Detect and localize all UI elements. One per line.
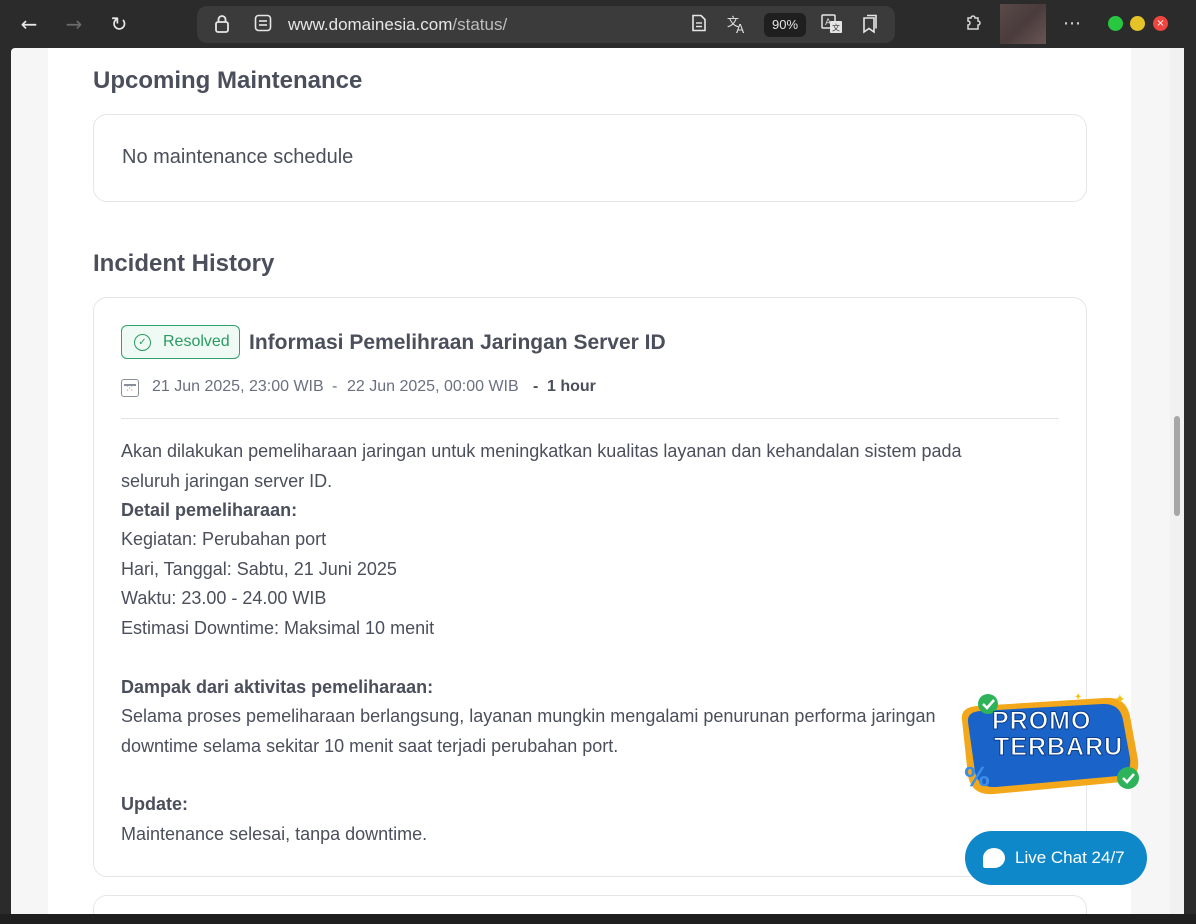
forward-icon[interactable]: → [60,10,88,38]
incident-history-heading: Incident History [93,250,275,277]
upcoming-maintenance-heading: Upcoming Maintenance [93,67,363,94]
incident-duration: 1 hour [547,378,596,395]
body-line: Selama proses pemeliharaan berlangsung, … [121,706,936,726]
incident-card: ✓ Resolved Informasi Pemelihraan Jaringa… [93,297,1087,877]
scrollbar-thumb[interactable] [1174,416,1180,516]
favorites-icon[interactable] [859,14,881,36]
immersive-translate-icon[interactable]: A文 [821,14,843,36]
body-line: Estimasi Downtime: Maksimal 10 menit [121,618,435,638]
duration-separator: - [533,378,539,395]
page-scrollbar[interactable] [1170,48,1184,914]
profile-avatar[interactable] [1000,4,1046,44]
body-line: downtime selama sekitar 10 menit saat te… [121,736,619,756]
url-path: /status/ [452,15,508,34]
card-divider [121,418,1059,419]
reader-view-icon[interactable] [688,14,710,36]
address-bar[interactable]: www.domainesia.com/status/ 文A 90% A文 [197,6,895,43]
date-separator: - [332,378,338,395]
more-menu-icon[interactable]: ⋯ [1060,12,1084,36]
extensions-icon[interactable] [962,12,986,36]
maximize-button[interactable] [1130,16,1145,31]
chat-bubble-icon [983,848,1005,868]
body-line: Hari, Tanggal: Sabtu, 21 Juni 2025 [121,559,397,579]
status-badge: ✓ Resolved [121,325,240,359]
reload-icon[interactable]: ↻ [105,10,133,38]
minimize-button[interactable] [1108,16,1123,31]
live-chat-button[interactable]: Live Chat 24/7 [965,831,1147,885]
svg-text:%: % [964,763,990,793]
live-chat-label: Live Chat 24/7 [1015,848,1125,867]
promo-line2: TERBARU [993,733,1124,762]
body-line: Waktu: 23.00 - 24.00 WIB [121,588,327,608]
translate-icon[interactable]: 文A [726,14,748,36]
back-icon[interactable]: ← [15,10,43,38]
check-circle-icon: ✓ [134,334,151,351]
detail-heading: Detail pemeliharaan: [121,500,298,520]
promo-line1: PROMO [991,707,1092,736]
window-bottom-edge [0,914,1196,924]
lock-icon[interactable] [211,14,233,36]
url-text[interactable]: www.domainesia.com/status/ [288,15,507,35]
browser-toolbar: ← → ↻ www.domainesia.com/status/ 文A 90% … [0,0,1196,48]
incident-end: 22 Jun 2025, 00:00 WIB [347,378,519,395]
body-line: Kegiatan: Perubahan port [121,529,327,549]
body-line: seluruh jaringan server ID. [121,471,333,491]
url-host: www.domainesia.com [288,15,453,34]
promo-terbaru-widget[interactable]: % ✦ ✦ PROMO TERBARU [954,690,1146,800]
incident-title: Informasi Pemelihraan Jaringan Server ID [249,331,666,354]
close-button[interactable]: × [1153,16,1168,31]
svg-text:文: 文 [832,23,840,33]
body-line: Akan dilakukan pemeliharaan jaringan unt… [121,441,962,461]
body-line: Maintenance selesai, tanpa downtime. [121,824,428,844]
calendar-icon [121,379,139,397]
svg-text:✦: ✦ [1114,692,1126,708]
maintenance-card: No maintenance schedule [93,114,1087,202]
zoom-level[interactable]: 90% [764,13,806,37]
site-settings-icon[interactable] [252,14,274,36]
svg-text:✦: ✦ [1074,692,1082,703]
impact-heading: Dampak dari aktivitas pemeliharaan: [121,677,434,697]
status-badge-label: Resolved [163,333,230,350]
svg-text:A: A [736,22,745,34]
no-maintenance-text: No maintenance schedule [122,146,354,168]
incident-start: 21 Jun 2025, 23:00 WIB [152,378,324,395]
update-heading: Update: [121,794,188,814]
next-incident-card [93,895,1087,914]
